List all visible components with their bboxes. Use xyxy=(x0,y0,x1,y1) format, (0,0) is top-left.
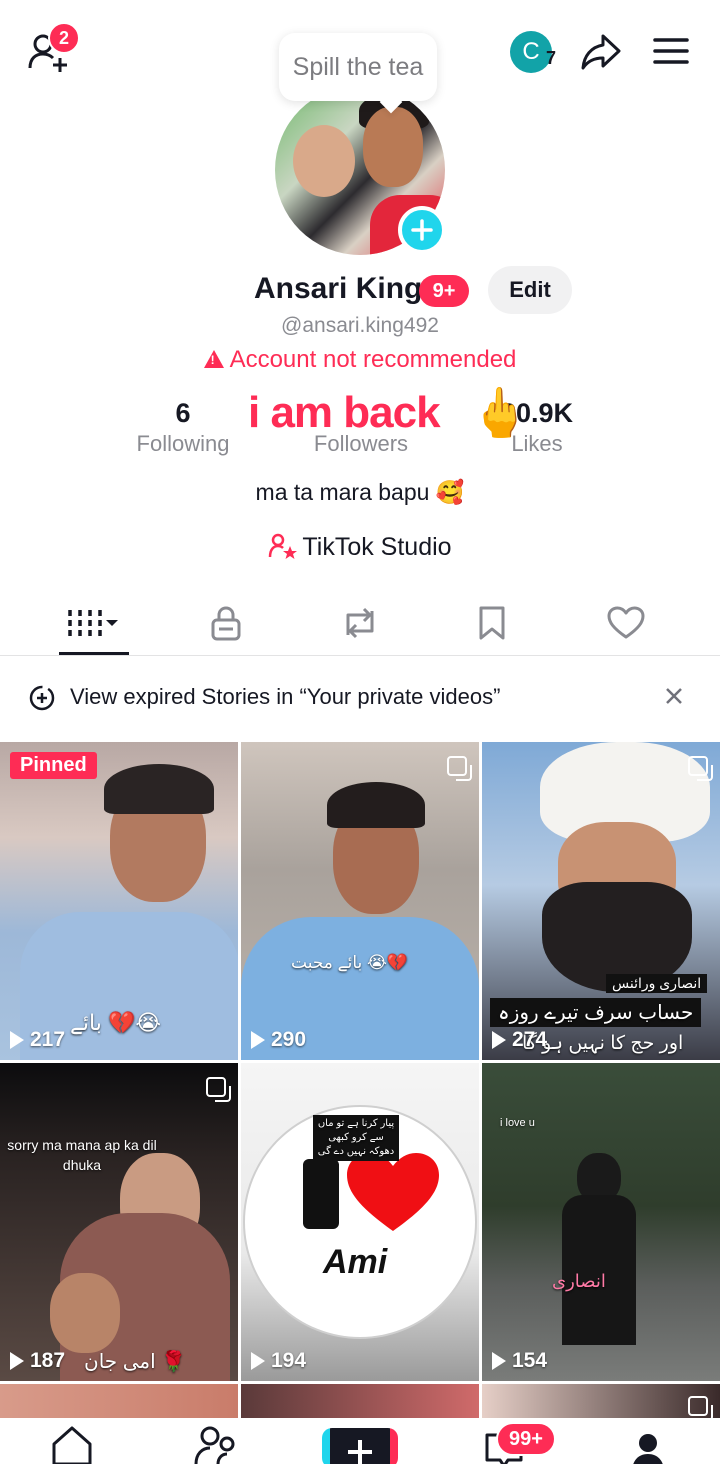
close-icon xyxy=(666,688,682,704)
following-stat[interactable]: 6 Following xyxy=(126,398,240,457)
share-icon xyxy=(581,34,621,70)
play-icon xyxy=(10,1352,24,1370)
video-caption: حساب سرف تیرے روزہ xyxy=(490,998,702,1027)
repost-icon xyxy=(346,607,374,639)
heart-icon xyxy=(607,606,645,639)
inbox-badge: 99+ xyxy=(496,1422,556,1456)
video-caption: انصاری xyxy=(552,1271,606,1291)
name-badge[interactable]: 9+ xyxy=(419,275,469,307)
expired-stories-text[interactable]: View expired Stories in “Your private vi… xyxy=(70,684,500,710)
profile-icon xyxy=(633,1434,663,1464)
tiktok-studio-link[interactable]: TikTok Studio xyxy=(0,533,720,562)
home-icon xyxy=(52,1426,92,1464)
profile-handle: @ansari.king492 xyxy=(281,314,439,337)
view-count: 187 xyxy=(10,1349,65,1373)
person-body xyxy=(562,1195,636,1345)
overlay-hand-emoji: 🖕 xyxy=(470,387,530,440)
lock-icon xyxy=(211,606,241,641)
video-caption: بائے 💔😭 xyxy=(70,1010,162,1035)
studio-label: TikTok Studio xyxy=(302,533,452,561)
tooltip-spill-the-tea[interactable]: Spill the tea xyxy=(279,33,437,101)
view-count: 217 xyxy=(10,1028,65,1052)
overlay-sticker-text: i am back xyxy=(248,388,441,437)
plus-icon xyxy=(411,219,433,241)
warning-text: Account not recommended xyxy=(229,346,517,373)
letter-i xyxy=(303,1159,339,1229)
play-icon xyxy=(492,1352,506,1370)
video-thumbnail[interactable]: sorry ma mana ap ka dil dhuka امی جان 🌹 … xyxy=(0,1063,238,1381)
video-thumbnail[interactable]: Pinned بائے 💔😭 217 xyxy=(0,742,238,1060)
add-story-button[interactable] xyxy=(398,206,446,254)
profile-name: Ansari King xyxy=(254,272,423,305)
warning-icon xyxy=(203,349,224,368)
video-caption-bottom: امی جان 🌹 xyxy=(84,1351,187,1373)
bookmark-icon xyxy=(479,606,505,640)
video-thumbnail[interactable]: بائے محبت 😭💔 290 xyxy=(241,742,479,1060)
person-hair xyxy=(327,782,425,828)
video-thumbnail[interactable]: انصاری ورائنس حساب سرف تیرے روزہ اور حج … xyxy=(482,742,720,1060)
multi-photo-icon xyxy=(447,756,472,781)
play-icon xyxy=(251,1352,265,1370)
close-banner-button[interactable] xyxy=(664,682,684,713)
tab-favorites[interactable] xyxy=(422,590,562,656)
multi-photo-icon xyxy=(688,1396,713,1421)
video-caption: Ami xyxy=(323,1243,388,1281)
avatar-man-face xyxy=(363,107,423,187)
menu-button[interactable] xyxy=(650,34,692,68)
following-count: 6 xyxy=(175,398,191,428)
nav-friends[interactable] xyxy=(194,1424,240,1464)
video-caption: sorry ma mana ap ka dil dhuka xyxy=(7,1137,157,1173)
view-count: 274 xyxy=(492,1028,547,1052)
view-count: 290 xyxy=(251,1028,306,1052)
tab-liked[interactable] xyxy=(556,590,696,656)
tab-active-underline xyxy=(59,652,129,655)
following-label: Following xyxy=(136,431,230,456)
edit-profile-button[interactable]: Edit xyxy=(488,266,572,314)
profile-tabs xyxy=(0,590,720,656)
account-count: 7 xyxy=(546,48,557,68)
view-count: 154 xyxy=(492,1349,547,1373)
pinned-badge: Pinned xyxy=(10,752,97,779)
video-thumbnail[interactable]: Ami پیار کرنا ہے تو ماں سے کرو کبھی دھوک… xyxy=(241,1063,479,1381)
play-icon xyxy=(10,1031,24,1049)
nav-create-button[interactable] xyxy=(322,1428,398,1464)
child-face xyxy=(50,1273,120,1353)
account-warning[interactable]: Account not recommended xyxy=(0,346,720,374)
video-caption-top: i love u xyxy=(500,1117,535,1129)
person-hair xyxy=(104,764,214,814)
hamburger-menu-icon xyxy=(653,38,689,64)
video-thumbnail[interactable]: i love u انصاری 154 xyxy=(482,1063,720,1381)
friends-icon xyxy=(194,1426,235,1464)
play-icon xyxy=(492,1031,506,1049)
tab-private[interactable] xyxy=(156,590,296,656)
multi-photo-icon xyxy=(688,756,713,781)
studio-user-star-icon xyxy=(269,533,298,559)
play-icon xyxy=(251,1031,265,1049)
video-caption-top: پیار کرنا ہے تو ماں سے کرو کبھی دھوکہ نہ… xyxy=(313,1115,399,1161)
share-profile-button[interactable] xyxy=(578,30,624,74)
video-caption: بائے محبت 😭💔 xyxy=(291,953,408,972)
tab-reposts[interactable] xyxy=(290,590,430,656)
multi-photo-icon xyxy=(206,1077,231,1102)
nav-home[interactable] xyxy=(50,1424,94,1464)
notification-badge: 2 xyxy=(48,22,80,54)
video-caption-top: انصاری ورائنس xyxy=(606,974,708,993)
avatar-child-face xyxy=(293,125,355,197)
plus-icon xyxy=(348,1440,372,1464)
tab-videos[interactable] xyxy=(24,590,164,656)
view-count: 194 xyxy=(251,1349,306,1373)
bottom-navigation: 99+ xyxy=(0,1418,720,1464)
profile-bio: ma ta mara bapu 🥰 xyxy=(255,479,465,505)
nav-profile[interactable] xyxy=(630,1432,666,1464)
story-add-icon xyxy=(29,685,55,711)
heart-icon xyxy=(347,1153,439,1231)
videos-grid-icon xyxy=(68,610,118,636)
